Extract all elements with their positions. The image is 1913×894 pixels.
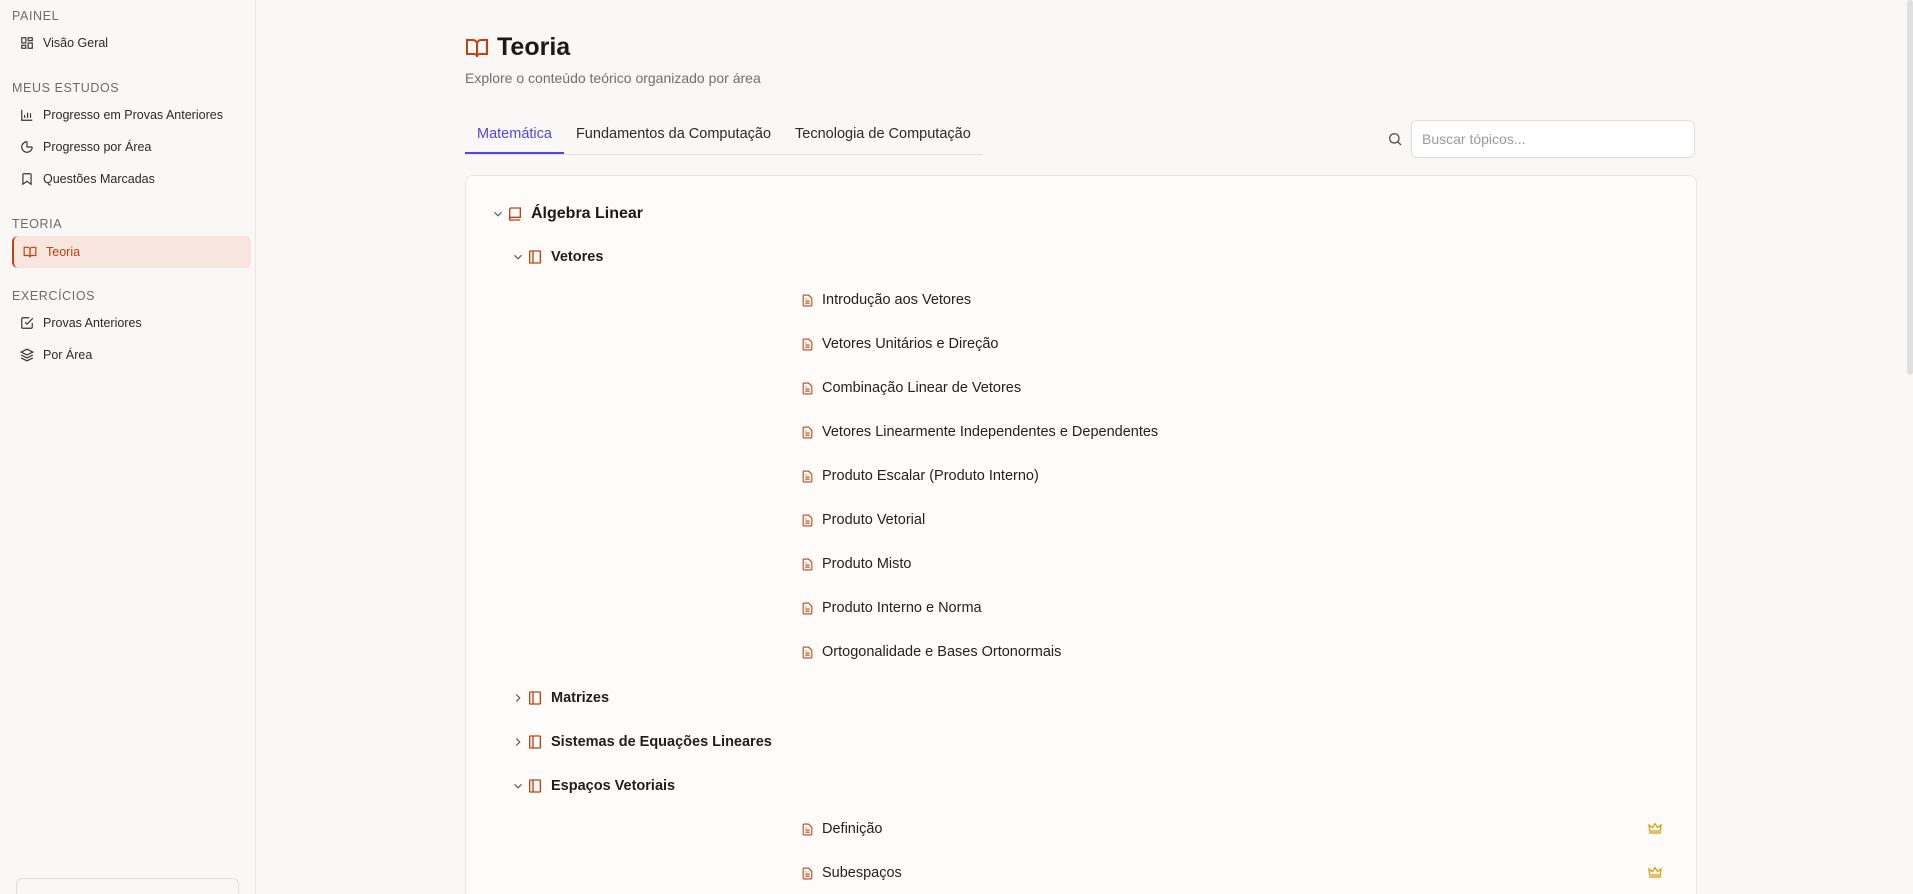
section-title-exercicios: EXERCÍCIOS <box>12 289 96 303</box>
chevron-down-icon <box>514 254 522 260</box>
dashboard-icon <box>21 37 33 49</box>
sidebar-item-label: Visão Geral <box>43 36 109 50</box>
notebook-icon <box>529 735 541 749</box>
tree-topic-label: Produto Interno e Norma <box>822 600 982 616</box>
sidebar-item-por-area[interactable]: Por Área <box>12 339 251 371</box>
tree-chapter-espacos-vetoriais[interactable]: Espaços Vetoriais <box>511 778 675 794</box>
tree-topic[interactable]: Produto Misto <box>801 556 911 572</box>
tree-chapter-vetores[interactable]: Vetores <box>511 249 603 265</box>
sidebar: PAINEL Visão Geral MEUS ESTUDOS Progress… <box>0 0 256 894</box>
file-text-icon <box>802 426 813 438</box>
tree-chapter-sistemas[interactable]: Sistemas de Equações Lineares <box>511 734 772 750</box>
tree-chapter-matrizes[interactable]: Matrizes <box>511 690 609 706</box>
sidebar-item-questoes-marcadas[interactable]: Questões Marcadas <box>12 163 251 195</box>
tree-topic-label: Produto Vetorial <box>822 512 926 528</box>
sidebar-item-label: Questões Marcadas <box>43 172 155 186</box>
sidebar-item-provas-anteriores[interactable]: Provas Anteriores <box>12 307 251 339</box>
page-header: Teoria <box>465 33 570 62</box>
tree-topic-label: Combinação Linear de Vetores <box>822 380 1022 396</box>
book-open-icon <box>23 246 37 258</box>
tree-area-label: Álgebra Linear <box>531 205 644 222</box>
tree-topic[interactable]: Vetores Unitários e Direção <box>801 336 999 352</box>
notebook-icon <box>529 691 541 705</box>
tab-fundamentos-computacao[interactable]: Fundamentos da Computação <box>564 120 783 154</box>
chevron-right-icon <box>515 694 521 702</box>
file-text-icon <box>802 823 813 835</box>
tree-topic[interactable]: Produto Vetorial <box>801 512 925 528</box>
main-content: Teoria Explore o conteúdo teórico organi… <box>257 0 1913 894</box>
tree-topic-label: Produto Misto <box>822 556 912 572</box>
tree-topic-label: Subespaços <box>822 865 902 881</box>
sidebar-item-label: Por Área <box>43 348 93 362</box>
file-text-icon <box>802 470 813 482</box>
tree-topic-label: Introdução aos Vetores <box>822 292 972 308</box>
section-title-teoria: TEORIA <box>12 217 63 231</box>
tree-topic-label: Ortogonalidade e Bases Ortonormais <box>822 644 1062 660</box>
file-text-icon <box>802 558 813 570</box>
tree-chapter-label: Espaços Vetoriais <box>551 778 676 794</box>
crown-icon <box>1648 866 1662 878</box>
file-text-icon <box>802 646 813 658</box>
tree-chapter-label: Matrizes <box>551 690 610 706</box>
file-text-icon <box>802 294 813 306</box>
tree-topic[interactable]: Definição <box>801 821 882 837</box>
sidebar-item-visao-geral[interactable]: Visão Geral <box>12 27 251 59</box>
tree-topic[interactable]: Subespaços <box>801 865 902 881</box>
book-open-icon <box>466 38 488 57</box>
chevron-down-icon <box>494 211 502 217</box>
tree-topic[interactable]: Introdução aos Vetores <box>801 292 971 308</box>
section-title-meus-estudos: MEUS ESTUDOS <box>12 81 120 95</box>
crown-icon <box>1648 822 1662 834</box>
sidebar-item-label: Provas Anteriores <box>43 316 142 330</box>
layers-icon <box>20 348 34 362</box>
sidebar-bottom-card[interactable] <box>16 878 239 894</box>
area-tabs: Matemática Fundamentos da Computação Tec… <box>465 120 983 155</box>
tree-chapter-label: Sistemas de Equações Lineares <box>551 734 772 750</box>
tab-tecnologia-computacao[interactable]: Tecnologia de Computação <box>783 120 983 154</box>
scrollbar[interactable] <box>1907 0 1913 894</box>
file-text-icon <box>802 338 813 350</box>
sidebar-item-label: Teoria <box>46 245 81 259</box>
notebook-icon <box>529 250 541 264</box>
tree-topic[interactable]: Produto Escalar (Produto Interno) <box>801 468 1039 484</box>
pie-chart-icon <box>21 141 33 153</box>
tree-topic[interactable]: Ortogonalidade e Bases Ortonormais <box>801 644 1061 660</box>
search-input[interactable] <box>1411 120 1695 158</box>
bar-chart-icon <box>21 109 33 121</box>
search-bar <box>1387 120 1695 158</box>
chevron-down-icon <box>514 783 522 789</box>
file-text-icon <box>802 602 813 614</box>
sidebar-item-teoria[interactable]: Teoria <box>12 236 251 268</box>
sidebar-item-progresso-area[interactable]: Progresso por Área <box>12 131 251 163</box>
search-icon <box>1389 133 1402 146</box>
bookmark-icon <box>22 173 32 186</box>
book-icon <box>509 207 521 221</box>
tab-matematica[interactable]: Matemática <box>465 120 564 154</box>
sidebar-item-progresso-provas[interactable]: Progresso em Provas Anteriores <box>12 99 251 131</box>
section-title-painel: PAINEL <box>12 9 60 23</box>
notebook-icon <box>529 779 541 793</box>
tree-chapter-label: Vetores <box>551 249 604 265</box>
file-text-icon <box>802 867 813 879</box>
file-text-icon <box>802 514 813 526</box>
page-title: Teoria <box>497 33 571 61</box>
page-subtitle: Explore o conteúdo teórico organizado po… <box>465 70 761 86</box>
tree-topic-label: Vetores Linearmente Independentes e Depe… <box>822 424 1159 440</box>
check-square-icon <box>21 317 34 329</box>
sidebar-item-label: Progresso por Área <box>43 140 152 154</box>
file-text-icon <box>802 382 813 394</box>
tree-topic-label: Vetores Unitários e Direção <box>822 336 999 352</box>
tree-topic-label: Definição <box>822 821 883 837</box>
sidebar-item-label: Progresso em Provas Anteriores <box>43 108 223 122</box>
tree-topic[interactable]: Vetores Linearmente Independentes e Depe… <box>801 424 1158 440</box>
tree-area-algebra-linear[interactable]: Álgebra Linear <box>491 205 643 223</box>
chevron-right-icon <box>515 738 521 746</box>
scrollbar-thumb[interactable] <box>1907 0 1913 375</box>
tree-topic[interactable]: Produto Interno e Norma <box>801 600 982 616</box>
tree-topic-label: Produto Escalar (Produto Interno) <box>822 468 1039 484</box>
tree-topic[interactable]: Combinação Linear de Vetores <box>801 380 1021 396</box>
